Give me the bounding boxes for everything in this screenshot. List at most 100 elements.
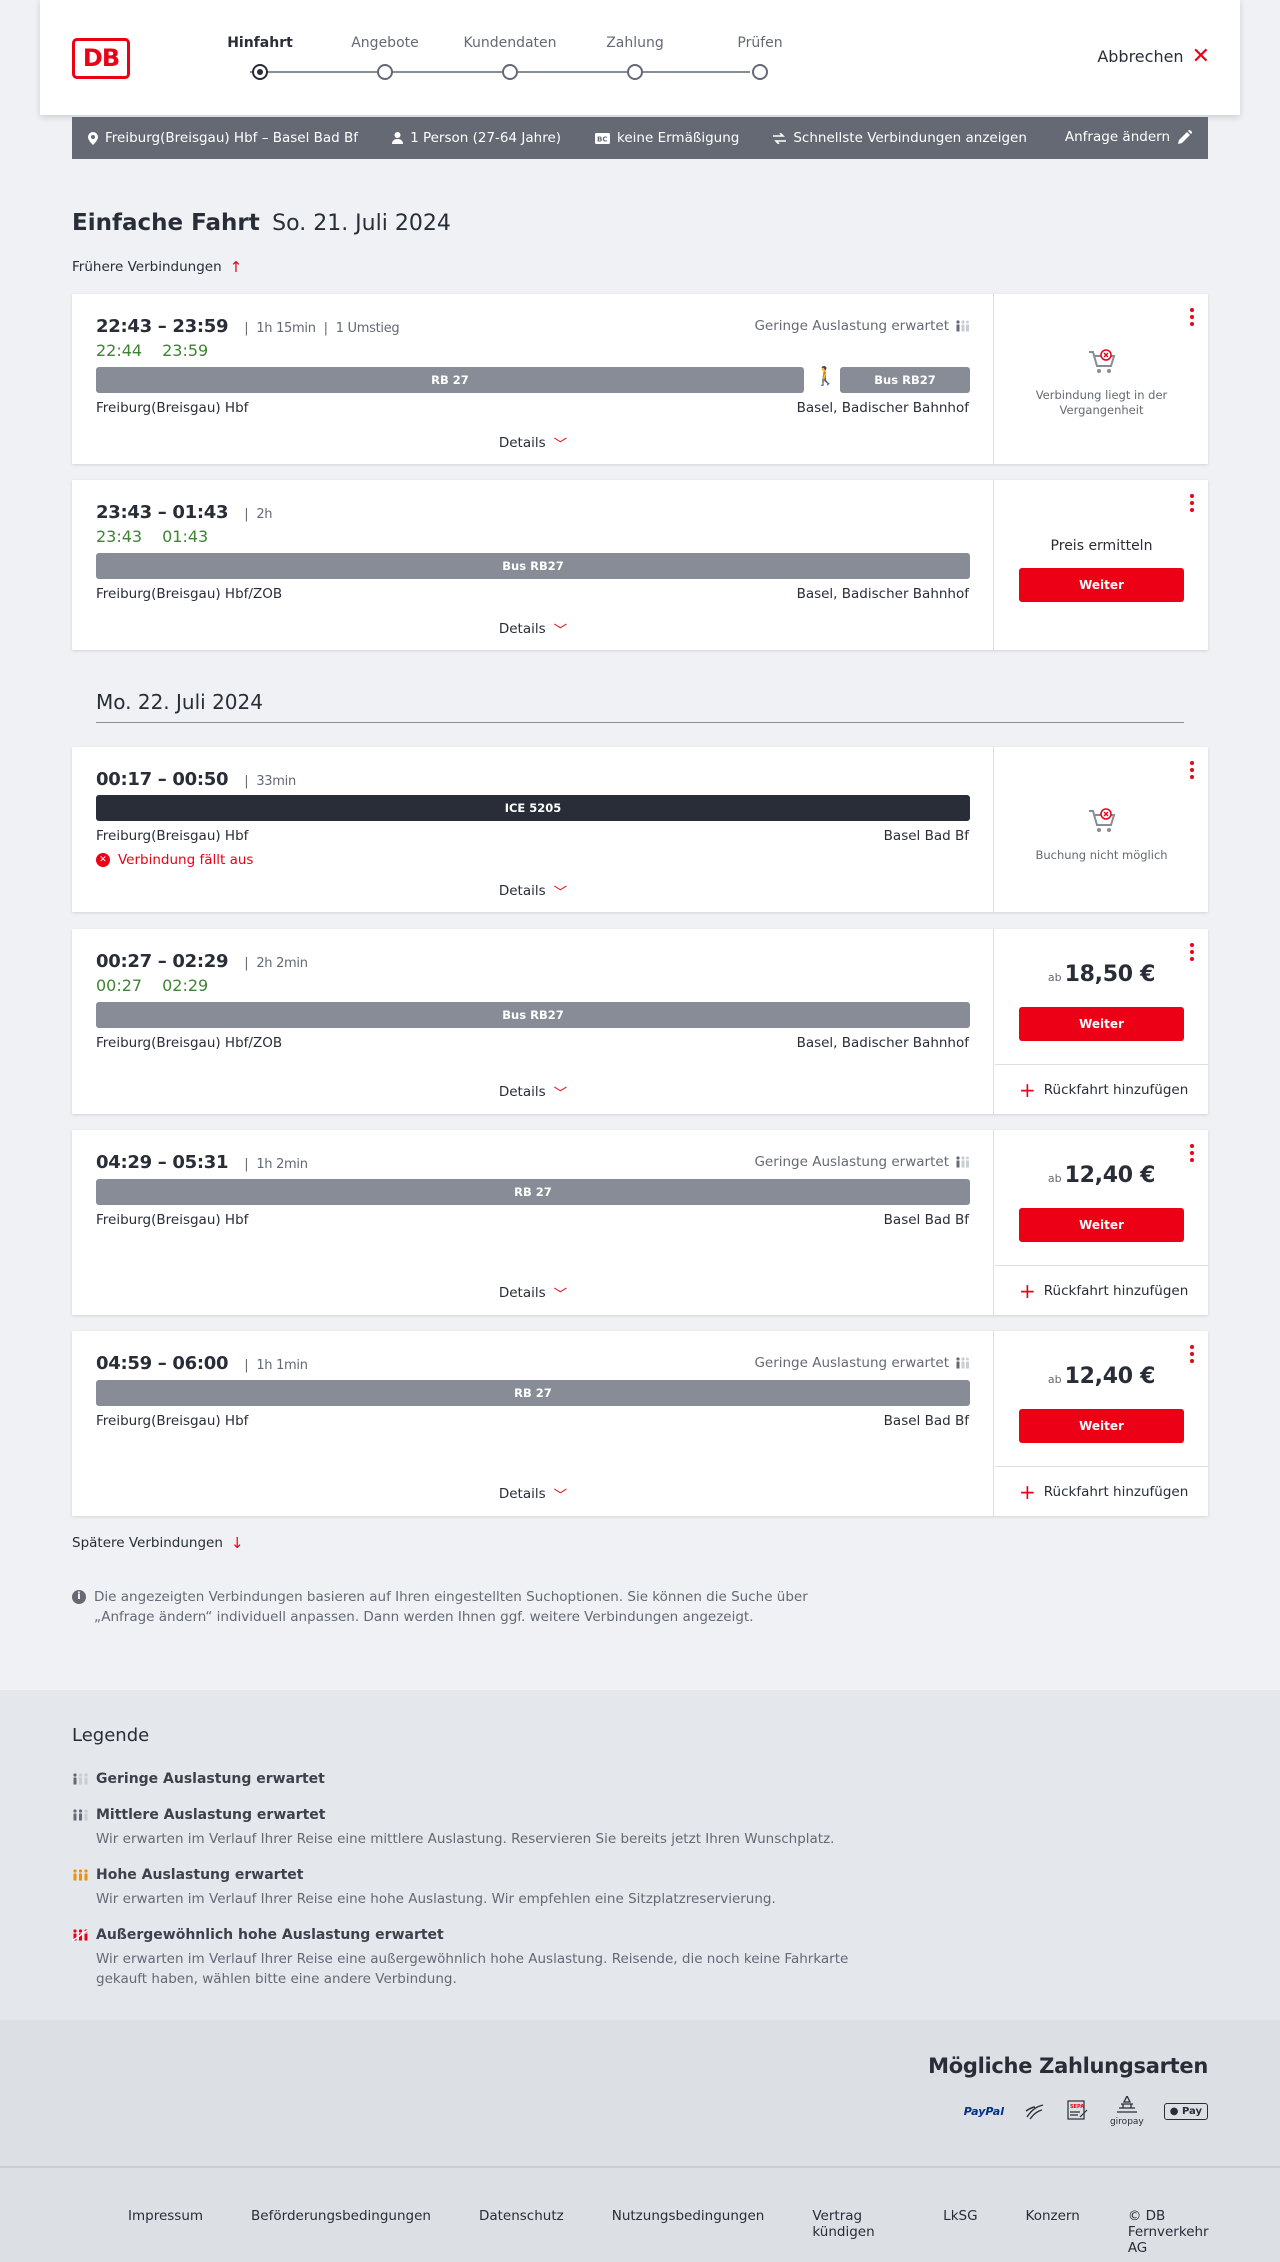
footer-link-nutzungsbedingungen[interactable]: Nutzungsbedingungen (612, 2208, 765, 2256)
edit-request-button[interactable]: Anfrage ändern (1065, 129, 1192, 145)
add-return-trip-button[interactable]: + Rückfahrt hinzufügen (995, 1466, 1208, 1516)
connection-meta: | 1h 2min (244, 1157, 308, 1172)
leg-bar[interactable]: RB 27 (96, 1179, 970, 1205)
details-label: Details (498, 1285, 546, 1301)
footer-link-impressum[interactable]: Impressum (128, 2208, 203, 2256)
arrow-down-icon: ↓ (230, 1534, 244, 1552)
price-determine-label: Preis ermitteln (1050, 538, 1153, 554)
realtime-departure: 23:43 (96, 527, 143, 546)
connection-times: 23:43 – 01:43 | 2h (96, 502, 273, 523)
add-return-label: Rückfahrt hinzufügen (1043, 1282, 1189, 1299)
legend-description: Wir erwarten im Verlauf Ihrer Reise eine… (96, 1831, 835, 1847)
realtime-times: 00:27 02:29 (96, 976, 228, 995)
more-options-icon[interactable] (1190, 494, 1194, 512)
leg-bar[interactable]: RB 27 (96, 1380, 970, 1406)
more-options-icon[interactable] (1190, 761, 1194, 779)
page-title: Einfache Fahrt So. 21. Juli 2024 (72, 210, 451, 236)
occupancy-label: Geringe Auslastung erwartet (754, 1154, 949, 1170)
more-options-icon[interactable] (1190, 1144, 1194, 1162)
occupancy-low-icon (956, 320, 969, 332)
details-toggle[interactable]: Details ﹀ (72, 1283, 994, 1303)
cancel-circle-icon: ✕ (96, 853, 110, 867)
details-toggle[interactable]: Details ﹀ (72, 1082, 994, 1102)
price-amount: 12,40 € (1064, 1364, 1156, 1389)
cancel-button[interactable]: Abbrechen ✕ (1097, 45, 1210, 67)
time-range: 00:27 – 02:29 (96, 951, 229, 972)
db-logo[interactable]: DB (72, 38, 130, 79)
continue-button[interactable]: Weiter (1019, 568, 1184, 602)
price-amount: 12,40 € (1064, 1163, 1156, 1188)
chevron-down-icon: ﹀ (553, 623, 568, 639)
step-dot (752, 64, 768, 80)
occupancy-low-icon (956, 1156, 969, 1168)
realtime-arrival: 01:43 (162, 527, 209, 546)
step-dot (377, 64, 393, 80)
occupancy-info: Geringe Auslastung erwartet (754, 318, 969, 334)
arrival-station: Basel Bad Bf (883, 1212, 969, 1228)
add-return-trip-button[interactable]: + Rückfahrt hinzufügen (995, 1064, 1208, 1114)
cancel-label: Abbrechen (1097, 47, 1184, 66)
sepa-icon: SEPA (1066, 2099, 1090, 2124)
departure-station: Freiburg(Breisgau) Hbf (96, 828, 249, 844)
step-label: Prüfen (737, 35, 783, 51)
chevron-down-icon: ﹀ (553, 1086, 568, 1102)
header: DB Hinfahrt Angebote Kundendaten Zahlung… (40, 0, 1240, 115)
duration: 1h 1min (256, 1358, 308, 1373)
earlier-connections-link[interactable]: Frühere Verbindungen ↑ (72, 258, 242, 276)
later-connections-link[interactable]: Spätere Verbindungen ↓ (72, 1534, 243, 1552)
details-label: Details (498, 883, 546, 899)
progress-stepper: Hinfahrt Angebote Kundendaten Zahlung Pr… (210, 34, 800, 84)
continue-button[interactable]: Weiter (1019, 1208, 1184, 1242)
leg-bar[interactable]: Bus RB27 (96, 553, 970, 579)
cart-unavailable-icon (1089, 808, 1116, 832)
connection-times: 04:59 – 06:00 | 1h 1min (96, 1353, 308, 1374)
occupancy-high-icon (73, 1869, 88, 1881)
occupancy-mid-icon (73, 1809, 88, 1821)
paypal-icon: PayPal (963, 2105, 1004, 2118)
details-toggle[interactable]: Details ﹀ (72, 433, 994, 453)
footer-link-vertrag-kuendigen[interactable]: Vertrag kündigen (812, 2208, 895, 2256)
time-range: 22:43 – 23:59 (96, 316, 229, 337)
leg-bar[interactable]: Bus RB27 (840, 367, 970, 393)
step-dot (502, 64, 518, 80)
chevron-down-icon: ﹀ (553, 437, 568, 453)
connection-main: 00:17 – 00:50 | 33min ICE 5205 Freiburg(Br… (72, 747, 994, 912)
arrival-station: Basel, Badischer Bahnhof (796, 1035, 969, 1051)
continue-button[interactable]: Weiter (1019, 1409, 1184, 1443)
legend-head-text: Mittlere Auslastung erwartet (96, 1807, 326, 1823)
departure-station: Freiburg(Breisgau) Hbf/ZOB (96, 1035, 283, 1051)
leg-bar[interactable]: RB 27 (96, 367, 804, 393)
summary-route-text: Freiburg(Breisgau) Hbf – Basel Bad Bf (105, 130, 359, 146)
leg-bar[interactable]: Bus RB27 (96, 1002, 970, 1028)
price-prefix: ab (1047, 1172, 1062, 1185)
details-toggle[interactable]: Details ﹀ (72, 881, 994, 901)
leg-bar[interactable]: ICE 5205 (96, 795, 970, 821)
footer-link-konzern[interactable]: Konzern (1026, 2208, 1080, 2256)
sepa-label: SEPA (1070, 2104, 1084, 2110)
summary-discount: BC keine Ermäßigung (595, 130, 739, 146)
more-options-icon[interactable] (1190, 308, 1194, 326)
direct-debit-icon (1024, 2099, 1046, 2124)
page-root: DB Hinfahrt Angebote Kundendaten Zahlung… (0, 0, 1280, 2262)
connection-main: 04:29 – 05:31 | 1h 2min Geringe Auslastung… (72, 1130, 994, 1315)
summary-passengers-text: 1 Person (27-64 Jahre) (410, 130, 562, 146)
footer-link-datenschutz[interactable]: Datenschutz (479, 2208, 564, 2256)
details-toggle[interactable]: Details ﹀ (72, 1484, 994, 1504)
price: ab 18,50 € (995, 962, 1208, 987)
connection-meta: | 2h (244, 507, 273, 522)
departure-station: Freiburg(Breisgau) Hbf (96, 1212, 249, 1228)
more-options-icon[interactable] (1190, 943, 1194, 961)
footer-link-lksg[interactable]: LkSG (943, 2208, 977, 2256)
step-zahlung: Zahlung (585, 34, 685, 80)
price: ab 12,40 € (995, 1163, 1208, 1188)
departure-station: Freiburg(Breisgau) Hbf/ZOB (96, 586, 283, 602)
person-icon (392, 132, 404, 144)
details-label: Details (498, 1084, 546, 1100)
later-connections-label: Spätere Verbindungen (72, 1535, 223, 1551)
continue-button[interactable]: Weiter (1019, 1007, 1184, 1041)
details-toggle[interactable]: Details ﹀ (72, 619, 994, 639)
add-return-trip-button[interactable]: + Rückfahrt hinzufügen (995, 1265, 1208, 1315)
footer-link-befoerderungsbedingungen[interactable]: Beförderungsbedingungen (251, 2208, 431, 2256)
time-range: 23:43 – 01:43 (96, 502, 229, 523)
more-options-icon[interactable] (1190, 1345, 1194, 1363)
